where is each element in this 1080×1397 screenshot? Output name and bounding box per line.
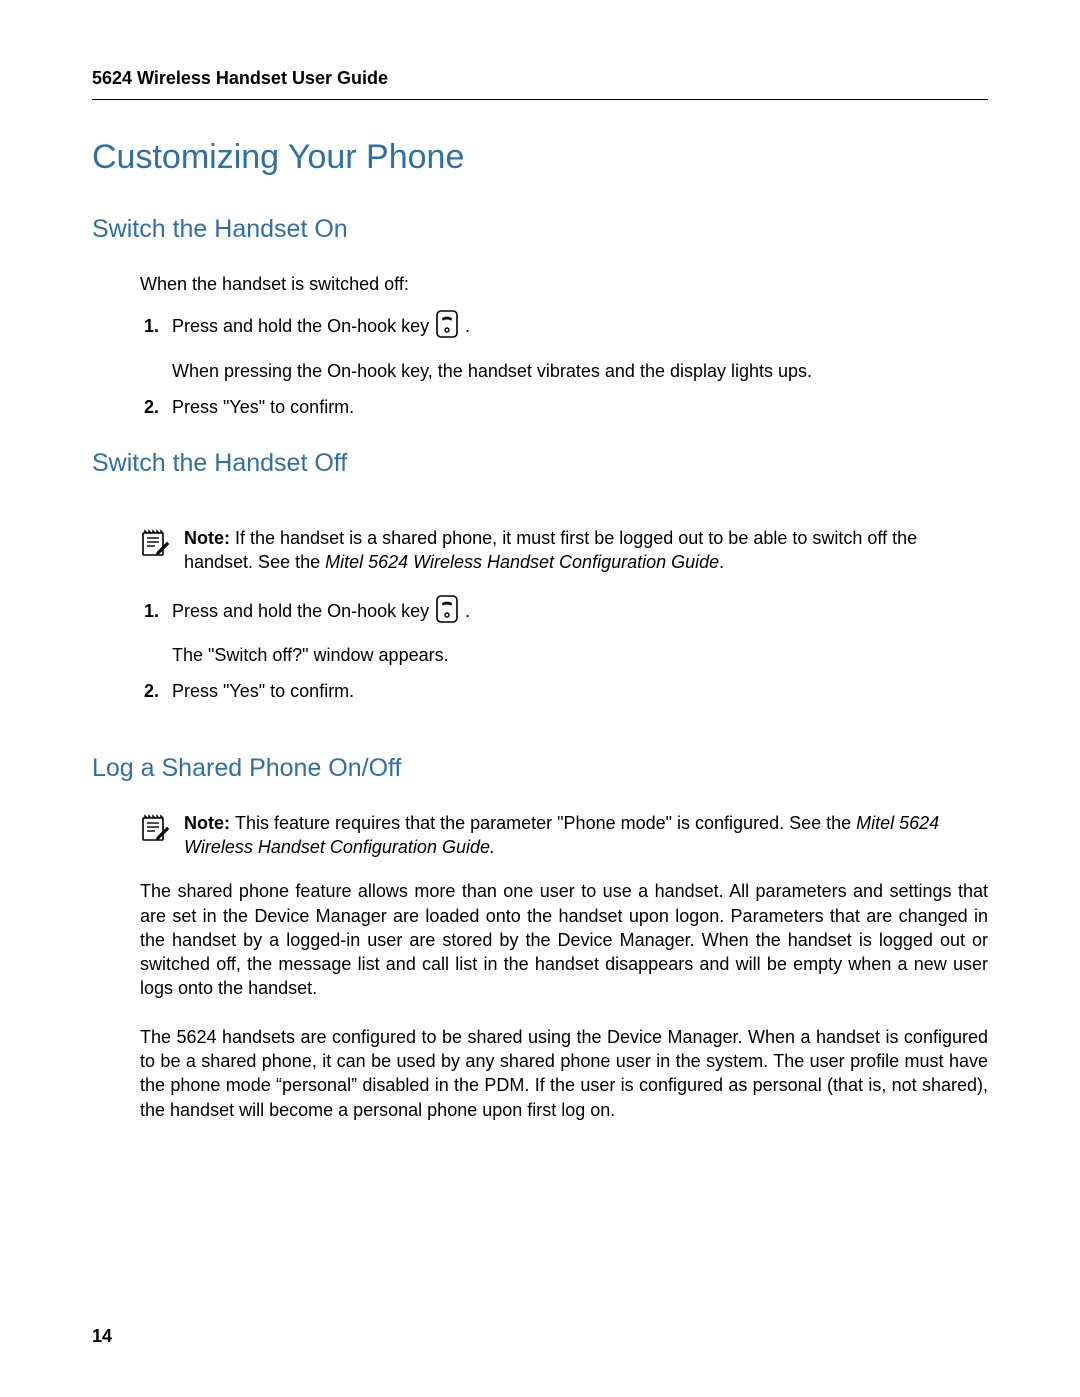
note-label: Note: [184, 528, 235, 548]
paragraph: The shared phone feature allows more tha… [140, 879, 988, 1000]
section-switch-on-body: When the handset is switched off: Press … [140, 272, 988, 419]
step-text-post: . [465, 316, 470, 336]
paragraph: The 5624 handsets are configured to be s… [140, 1025, 988, 1122]
list-item: Press and hold the On-hook key . When pr… [164, 310, 988, 383]
steps-list: Press and hold the On-hook key . The "Sw… [140, 595, 988, 704]
steps-list: Press and hold the On-hook key . When pr… [140, 310, 988, 419]
note-block: Note: This feature requires that the par… [140, 811, 988, 860]
note-label: Note: [184, 813, 235, 833]
section-log-shared-heading: Log a Shared Phone On/Off [92, 754, 988, 783]
running-header: 5624 Wireless Handset User Guide [92, 68, 988, 100]
note-block: Note: If the handset is a shared phone, … [140, 526, 988, 575]
step-text: Press "Yes" to confirm. [172, 397, 354, 417]
note-icon [140, 813, 170, 849]
list-item: Press and hold the On-hook key . The "Sw… [164, 595, 988, 668]
list-item: Press "Yes" to confirm. [164, 679, 988, 703]
document-page: 5624 Wireless Handset User Guide Customi… [0, 0, 1080, 1397]
note-end: . [719, 552, 724, 572]
step-text: Press and hold the On-hook key [172, 316, 434, 336]
list-item: Press "Yes" to confirm. [164, 395, 988, 419]
intro-text: When the handset is switched off: [140, 272, 988, 296]
section-switch-on-heading: Switch the Handset On [92, 215, 988, 244]
note-text: Note: If the handset is a shared phone, … [184, 526, 988, 575]
step-text-post: . [465, 601, 470, 621]
substep-text: The "Switch off?" window appears. [172, 643, 988, 667]
section-log-shared-body: Note: This feature requires that the par… [140, 811, 988, 1122]
on-hook-key-icon [436, 310, 458, 344]
note-text: Note: This feature requires that the par… [184, 811, 988, 860]
substep-text: When pressing the On-hook key, the hands… [172, 359, 988, 383]
step-text: Press and hold the On-hook key [172, 601, 434, 621]
note-body: This feature requires that the parameter… [235, 813, 856, 833]
section-switch-off-heading: Switch the Handset Off [92, 449, 988, 478]
page-number: 14 [92, 1326, 112, 1347]
chapter-title: Customizing Your Phone [92, 138, 988, 177]
step-text: Press "Yes" to confirm. [172, 681, 354, 701]
note-icon [140, 528, 170, 564]
section-switch-off-body: Note: If the handset is a shared phone, … [140, 526, 988, 703]
on-hook-key-icon [436, 595, 458, 629]
note-italic: Mitel 5624 Wireless Handset Configuratio… [325, 552, 719, 572]
